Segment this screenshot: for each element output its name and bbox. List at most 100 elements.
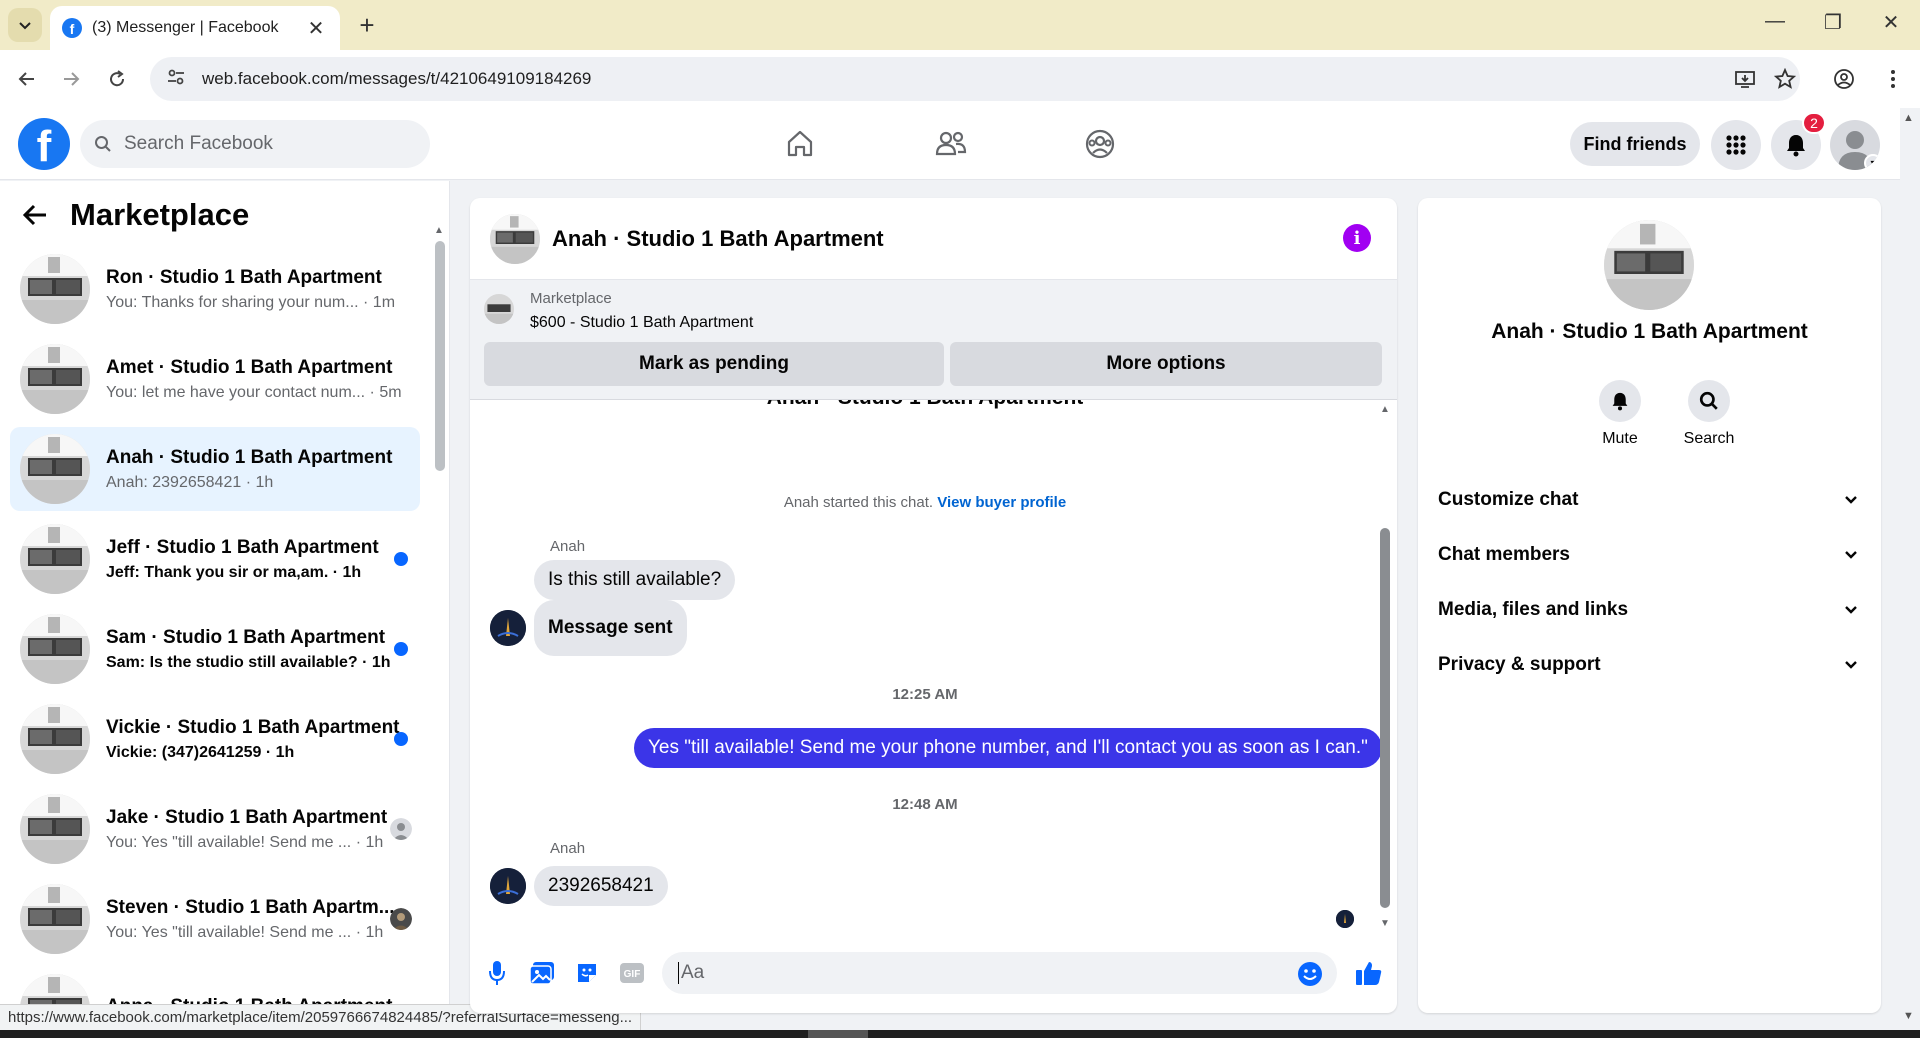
customize-chat-section[interactable]: Customize chat [1438,480,1863,520]
chat-thumbnail[interactable] [490,213,540,264]
browser-menu-icon[interactable] [1878,64,1908,94]
listing-title[interactable]: $600 - Studio 1 Bath Apartment [530,314,753,332]
chevron-down-icon [1839,495,1863,505]
apartment-image-icon [20,614,90,684]
home-icon[interactable] [778,122,822,166]
chat-header: Anah · Studio 1 Bath Apartment i [470,198,1397,280]
chat-scroll-down-icon[interactable]: ▼ [1380,918,1390,929]
conversation-item[interactable]: Jake · Studio 1 Bath Apartment You: Yes "… [10,787,420,871]
groups-icon[interactable] [1078,122,1122,166]
bookmark-star-icon[interactable] [1770,64,1800,94]
conversation-item[interactable]: Amet · Studio 1 Bath Apartment You: let m… [10,337,420,421]
sticker-icon[interactable] [572,958,602,988]
close-window-icon[interactable]: ✕ [1876,10,1906,35]
conversation-snippet: Vickie: (347)2641259 · 1h [106,743,295,761]
minimize-window-icon[interactable]: — [1760,10,1790,33]
message-input-placeholder: Aa [681,962,705,983]
unread-dot-icon [394,642,408,656]
text-caret [678,962,679,984]
thumbs-up-icon[interactable] [1354,958,1384,988]
sender-avatar[interactable] [490,868,526,904]
chat-scrollbar[interactable] [1380,528,1390,908]
microphone-icon[interactable] [482,958,512,988]
message-input[interactable]: Aa [662,952,1337,994]
page-title: Marketplace [70,197,250,232]
conversation-list-pane: Marketplace ▲ Ron · Studio 1 Bath Apartm… [0,181,450,1030]
page-scroll-up-icon[interactable]: ▲ [1903,112,1914,124]
profile-icon[interactable] [1829,64,1859,94]
marketplace-label: Marketplace [530,290,612,307]
conversation-name: Amet · Studio 1 Bath Apartment [106,356,393,378]
gif-icon[interactable]: GIF [617,958,647,988]
conversation-thumbnail [20,524,90,594]
facebook-header: f Search Facebook Find friends 2 ▾ [0,108,1900,180]
conversation-text: Anah · Studio 1 Bath Apartment Anah: 2392… [106,447,420,492]
account-avatar[interactable]: ▾ [1830,120,1880,170]
search-icon [94,135,112,153]
conversation-item[interactable]: Anah · Studio 1 Bath Apartment Anah: 2392… [10,427,420,511]
more-options-button[interactable]: More options [950,342,1382,386]
new-tab-button[interactable]: + [352,10,382,41]
seen-receipt-avatar [390,908,412,930]
scroll-up-arrow-icon[interactable]: ▲ [434,225,444,236]
photo-icon[interactable] [527,958,557,988]
find-friends-button[interactable]: Find friends [1570,122,1700,166]
install-app-icon[interactable] [1730,64,1760,94]
back-icon[interactable] [12,64,42,94]
facebook-logo[interactable]: f [18,118,70,170]
unread-dot-icon [394,552,408,566]
conversation-text: Vickie · Studio 1 Bath Apartment Vickie: … [106,717,420,762]
browser-tab[interactable]: f (3) Messenger | Facebook ✕ [50,6,340,50]
conversation-snippet: Anah: 2392658421 · 1h [106,473,274,491]
conversation-name: Vickie · Studio 1 Bath Apartment [106,716,400,738]
privacy-support-section[interactable]: Privacy & support [1438,645,1863,685]
search-in-conversation-button[interactable]: Search [1674,380,1744,448]
facebook-search-input[interactable]: Search Facebook [80,120,430,168]
conversation-info-icon[interactable]: i [1343,224,1371,252]
message-bubble[interactable]: 2392658421 [534,866,668,906]
friends-icon[interactable] [929,122,973,166]
conversation-text: Jeff · Studio 1 Bath Apartment Jeff: Than… [106,537,420,582]
chat-members-section[interactable]: Chat members [1438,535,1863,575]
page-scroll-down-icon[interactable]: ▼ [1903,1010,1914,1022]
conversation-item[interactable]: Vickie · Studio 1 Bath Apartment Vickie: … [10,697,420,781]
conversation-snippet: You: Yes "till available! Send me ... · … [106,833,384,851]
close-tab-icon[interactable]: ✕ [304,16,328,41]
contact-thumbnail[interactable] [1604,220,1694,310]
message-bubble[interactable]: Message sent [534,600,687,656]
mark-as-pending-button[interactable]: Mark as pending [484,342,944,386]
chat-scroll-up-icon[interactable]: ▲ [1380,404,1390,415]
emoji-icon[interactable] [1297,961,1323,993]
media-files-links-section[interactable]: Media, files and links [1438,590,1863,630]
menu-grid-icon[interactable] [1711,120,1761,170]
conversation-item[interactable]: Ron · Studio 1 Bath Apartment You: Thanks… [10,247,420,331]
message-bubble[interactable]: Is this still available? [534,560,736,600]
address-bar[interactable]: web.facebook.com/messages/t/421064910918… [150,57,1800,101]
conversation-item[interactable]: Sam · Studio 1 Bath Apartment Sam: Is the… [10,607,420,691]
conversation-thumbnail [20,344,90,414]
reload-icon[interactable] [102,64,132,94]
my-message-bubble[interactable]: Yes "till available! Send me your phone … [634,728,1382,768]
restore-window-icon[interactable]: ❐ [1818,10,1848,35]
conversation-name: Sam · Studio 1 Bath Apartment [106,626,386,648]
mute-button[interactable]: Mute [1585,380,1655,448]
conversation-thumbnail [20,794,90,864]
apartment-image-icon [20,884,90,954]
chevron-down-icon [1839,660,1863,670]
sender-avatar[interactable] [490,610,526,646]
site-info-icon[interactable] [166,67,188,92]
view-buyer-profile-link[interactable]: View buyer profile [937,494,1066,511]
message-thread: Anah · Studio 1 Bath Apartment Anah star… [470,400,1397,933]
taskbar-strip [0,1030,1920,1038]
conversation-text: Amet · Studio 1 Bath Apartment You: let m… [106,357,420,402]
listing-thumbnail[interactable] [484,294,514,324]
conversation-name: Ron · Studio 1 Bath Apartment [106,266,382,288]
list-scrollbar[interactable] [435,241,445,471]
tab-search-button[interactable] [8,8,42,42]
conversation-item[interactable]: Steven · Studio 1 Bath Apartm... You: Yes… [10,877,420,961]
forward-icon[interactable] [56,64,86,94]
search-placeholder: Search Facebook [124,133,273,154]
conversation-item[interactable]: Jeff · Studio 1 Bath Apartment Jeff: Than… [10,517,420,601]
back-arrow-icon[interactable] [22,203,58,227]
section-label: Customize chat [1438,489,1579,510]
